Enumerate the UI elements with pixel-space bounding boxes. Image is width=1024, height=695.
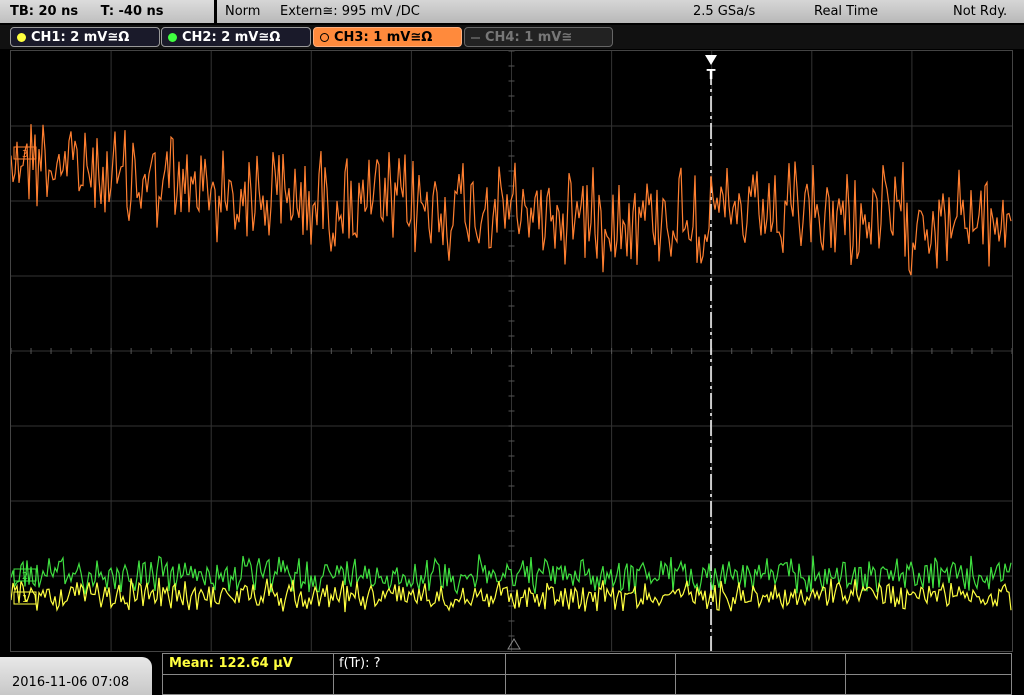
channel-2-label: CH2: 2 mV≅Ω — [182, 30, 281, 45]
waveform-display[interactable]: T 3 2 1 — [10, 50, 1013, 652]
waveform-svg: T 3 2 1 — [11, 51, 1012, 651]
status-bar: TB: 20 ns T: -40 ns Norm Extern≅: 995 mV… — [0, 0, 1024, 24]
measurement-divider — [333, 654, 334, 694]
channel-3-dot-icon — [320, 33, 329, 42]
channel-1-label: CH1: 2 mV≅Ω — [31, 30, 130, 45]
channel-2-marker-label: 2 — [22, 571, 28, 582]
trigger-arrow-icon[interactable] — [705, 55, 717, 65]
channel-1-dot-icon — [17, 33, 26, 42]
ftr-measurement: f(Tr): ? — [339, 656, 381, 671]
ready-status-label: Not Rdy. — [953, 4, 1008, 19]
trigger-time-label: T: -40 ns — [100, 4, 164, 19]
trigger-mode-label: Norm — [225, 4, 261, 19]
channel-bar: CH1: 2 mV≅Ω CH2: 2 mV≅Ω CH3: 1 mV≅Ω CH4:… — [0, 25, 1024, 49]
channel-3-marker-label: 3 — [22, 149, 28, 160]
channel-1-marker[interactable]: 1 — [13, 591, 37, 605]
date-time-box[interactable]: 2016-11-06 07:08 — [0, 657, 152, 695]
channel-2-button[interactable]: CH2: 2 mV≅Ω — [161, 27, 311, 47]
measurement-divider — [163, 674, 1011, 675]
channel-4-dot-icon — [471, 37, 480, 39]
trigger-label: T — [707, 68, 716, 83]
channel-4-button[interactable]: CH4: 1 mV≅ — [464, 27, 613, 47]
channel-3-button[interactable]: CH3: 1 mV≅Ω — [313, 27, 462, 47]
channel-1-button[interactable]: CH1: 2 mV≅Ω — [10, 27, 160, 47]
timebase-label: TB: 20 ns — [10, 4, 79, 19]
channel-1-marker-label: 1 — [22, 594, 28, 605]
measurement-panel[interactable]: Mean: 122.64 µV f(Tr): ? — [162, 653, 1012, 695]
channel-2-dot-icon — [168, 33, 177, 42]
measurement-bar: 2016-11-06 07:08 Mean: 122.64 µV f(Tr): … — [0, 653, 1024, 695]
measurement-divider — [675, 654, 676, 694]
acquisition-mode-label: Real Time — [814, 4, 878, 19]
measurement-divider — [845, 654, 846, 694]
trigger-source-label: Extern≅: 995 mV ∕DC — [280, 4, 420, 19]
date-time-label: 2016-11-06 07:08 — [12, 675, 130, 690]
timebase-panel[interactable]: TB: 20 ns T: -40 ns — [0, 0, 214, 23]
acquisition-panel[interactable]: Norm Extern≅: 995 mV ∕DC 2.5 GSa/s Real … — [217, 0, 1024, 23]
ground-marker-icon — [507, 638, 521, 650]
mean-measurement: Mean: 122.64 µV — [169, 656, 293, 671]
sample-rate-label: 2.5 GSa/s — [693, 4, 756, 19]
channel-3-label: CH3: 1 mV≅Ω — [334, 30, 433, 45]
channel-4-label: CH4: 1 mV≅ — [485, 30, 573, 45]
measurement-divider — [505, 654, 506, 694]
